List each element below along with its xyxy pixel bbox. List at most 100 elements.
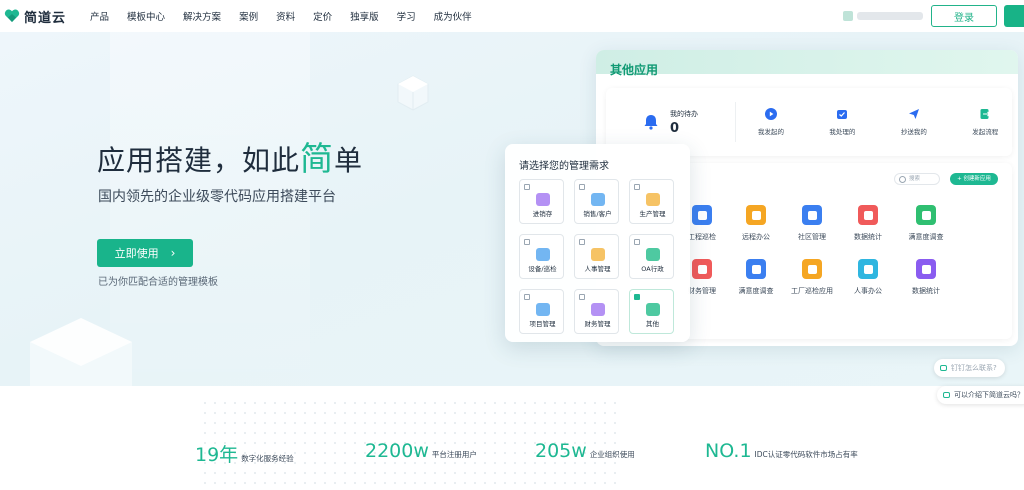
stat-rank-desc: IDC认证零代码软件市场占有率	[754, 450, 858, 459]
app-icon	[692, 205, 712, 225]
blurred-account[interactable]	[843, 11, 923, 21]
logo-heart-icon	[4, 9, 20, 23]
apps-panel-title: 其他应用	[610, 63, 659, 77]
app-glyph-icon	[807, 210, 817, 220]
need-option[interactable]: 进销存	[519, 179, 564, 224]
need-option-label: OA行政	[641, 265, 664, 273]
app-glyph-icon	[697, 264, 707, 274]
nav-item-pricing[interactable]: 定价	[313, 9, 332, 23]
need-checkbox[interactable]	[579, 239, 585, 245]
login-button[interactable]: 登录	[931, 5, 997, 27]
app-tile[interactable]: 满意度调查	[726, 259, 786, 296]
nav-item-learn[interactable]: 学习	[397, 9, 416, 23]
nav-item-partner[interactable]: 成为伙伴	[434, 9, 472, 23]
app-label: 满意度调查	[908, 233, 944, 241]
nav-menu: 产品 模板中心 解决方案 案例 资料 定价 独享版 学习 成为伙伴	[90, 9, 490, 23]
stat-orgs-desc: 企业组织使用	[589, 450, 635, 459]
need-option-icon	[646, 248, 660, 261]
need-option-label: 进销存	[532, 210, 553, 218]
app-glyph-icon	[921, 264, 931, 274]
need-option[interactable]: OA行政	[629, 234, 674, 279]
hero-subtitle: 国内领先的企业级零代码应用搭建平台	[98, 189, 336, 205]
need-option-icon	[591, 248, 605, 261]
app-icon	[802, 205, 822, 225]
app-glyph-icon	[921, 210, 931, 220]
nav-item-cases[interactable]: 案例	[239, 9, 258, 23]
chat-suggestion-2-text: 可以介绍下简道云吗？	[954, 391, 1024, 399]
needs-selector-card: 请选择您的管理需求 进销存 销售/客户 生产管理设备/巡检 人事管理 OA行政项目管理 财…	[505, 144, 690, 342]
todo-cc-label: 抄送我的	[900, 128, 927, 136]
app-label: 满意度调查	[738, 287, 774, 295]
need-option-icon	[591, 193, 605, 206]
nav-right: 登录	[843, 0, 1024, 32]
stat-users: 2200w 平台注册用户	[365, 440, 477, 462]
need-checkbox[interactable]	[524, 294, 530, 300]
send-icon	[908, 109, 919, 119]
todo-cc[interactable]: 抄送我的	[887, 108, 940, 136]
hero-title: 应用搭建，如此简单	[97, 132, 363, 180]
create-app-button[interactable]: + 创建新应用	[950, 173, 998, 185]
app-tile[interactable]: 社区管理	[782, 205, 842, 242]
need-checkbox[interactable]	[524, 239, 530, 245]
my-todo[interactable]: 我的待办 0	[606, 109, 735, 136]
chat-suggestion-intro[interactable]: 可以介绍下简道云吗？	[937, 386, 1024, 404]
nav-item-product[interactable]: 产品	[90, 9, 109, 23]
need-option-icon	[646, 193, 660, 206]
decorative-cube-icon	[397, 75, 429, 111]
need-option[interactable]: 其他	[629, 289, 674, 334]
apps-search-input[interactable]: 搜索	[894, 173, 940, 185]
need-option[interactable]: 人事管理	[574, 234, 619, 279]
needs-title: 请选择您的管理需求	[519, 161, 609, 172]
need-option-icon	[591, 303, 605, 316]
nav-item-resources[interactable]: 资料	[276, 9, 295, 23]
need-checkbox[interactable]	[634, 184, 640, 190]
stat-users-desc: 平台注册用户	[431, 450, 477, 459]
todo-start-flow[interactable]: 发起流程	[959, 108, 1012, 136]
nav-item-templates[interactable]: 模板中心	[127, 9, 165, 23]
need-option[interactable]: 销售/客户	[574, 179, 619, 224]
nav-item-solutions[interactable]: 解决方案	[183, 9, 221, 23]
need-checkbox[interactable]	[634, 294, 640, 300]
app-tile[interactable]: 数据统计	[896, 259, 956, 296]
app-tile[interactable]: 满意度调查	[896, 205, 956, 242]
app-tile[interactable]: 工厂巡检应用	[782, 259, 842, 296]
app-label: 数据统计	[912, 287, 940, 295]
need-checkbox[interactable]	[579, 294, 585, 300]
flow-icon	[980, 109, 991, 119]
need-option[interactable]: 设备/巡检	[519, 234, 564, 279]
app-glyph-icon	[807, 264, 817, 274]
app-icon	[746, 205, 766, 225]
app-tile[interactable]: 远程办公	[726, 205, 786, 242]
need-option[interactable]: 项目管理	[519, 289, 564, 334]
need-option[interactable]: 财务管理	[574, 289, 619, 334]
try-now-button[interactable]: 立即使用 ›	[97, 239, 193, 267]
todo-initiated-label: 我发起的	[757, 128, 784, 136]
stat-users-value: 2200w	[365, 440, 429, 462]
brand-logo[interactable]: 简道云	[4, 7, 66, 26]
need-checkbox[interactable]	[634, 239, 640, 245]
todo-label: 我的待办	[670, 109, 698, 118]
stat-years: 19年 数字化服务经验	[195, 440, 294, 467]
blurred-account-text	[857, 12, 923, 20]
app-glyph-icon	[751, 210, 761, 220]
need-option-icon	[646, 303, 660, 316]
chat-suggestion-dingtalk[interactable]: 钉钉怎么联系?	[934, 359, 1005, 377]
chat-suggestion-1-text: 钉钉怎么联系?	[951, 364, 997, 372]
todo-initiated[interactable]: 我发起的	[744, 108, 797, 136]
need-option-label: 其他	[646, 320, 659, 328]
todo-handled[interactable]: 我处理的	[816, 108, 869, 136]
stat-rank-value: NO.1	[705, 440, 752, 462]
app-icon	[746, 259, 766, 279]
need-option[interactable]: 生产管理	[629, 179, 674, 224]
app-icon	[802, 259, 822, 279]
need-checkbox[interactable]	[524, 184, 530, 190]
signup-button[interactable]	[1004, 5, 1024, 27]
stat-rank: NO.1 IDC认证零代码软件市场占有率	[705, 440, 858, 462]
need-option-label: 设备/巡检	[528, 265, 557, 273]
need-checkbox[interactable]	[579, 184, 585, 190]
app-tile[interactable]: 数据统计	[838, 205, 898, 242]
hero-title-suffix: 单	[334, 144, 364, 177]
nav-item-private[interactable]: 独享版	[350, 9, 379, 23]
need-option-icon	[536, 193, 550, 206]
app-tile[interactable]: 人事办公	[838, 259, 898, 296]
